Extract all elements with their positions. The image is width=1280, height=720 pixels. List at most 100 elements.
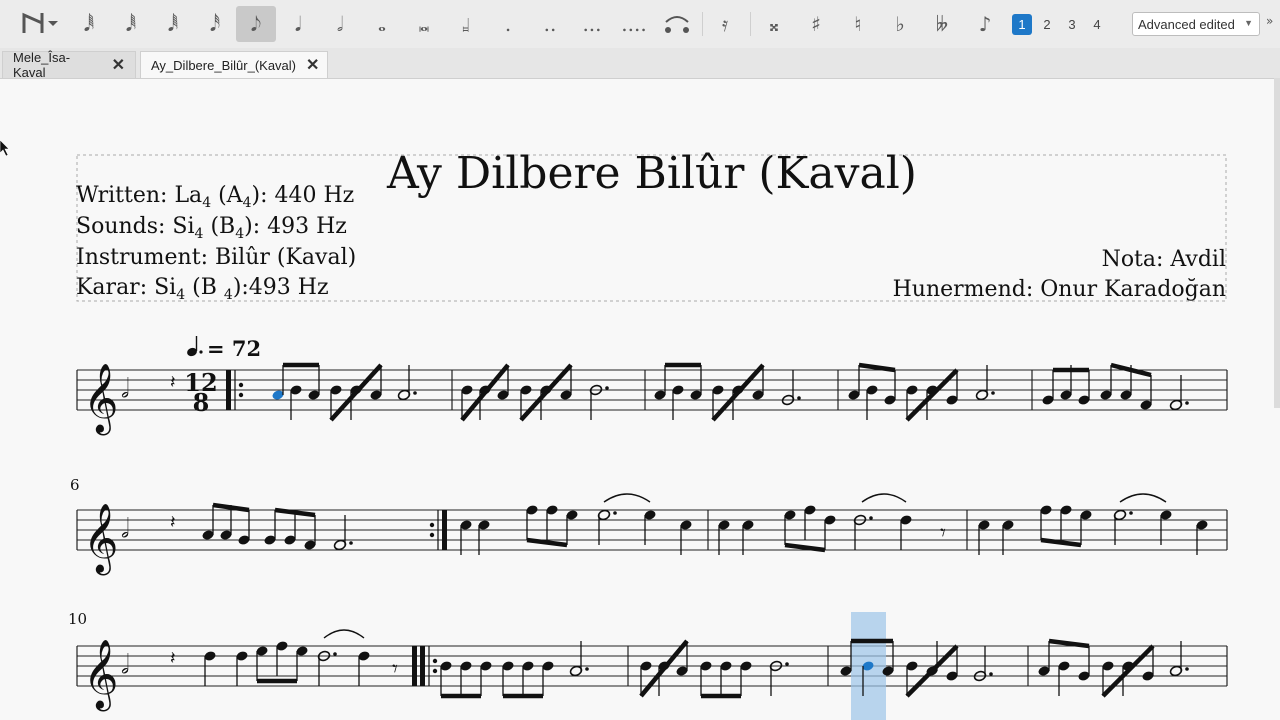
treble-clef[interactable]: 𝄞 — [83, 503, 118, 575]
key-accidental[interactable]: 𝄽 — [170, 648, 176, 669]
rest-icon[interactable]: 𝄿 — [710, 6, 740, 42]
close-icon[interactable]: ✕ — [306, 55, 319, 75]
flip-direction-icon[interactable]: ♪ — [970, 6, 1000, 42]
info-line-written[interactable]: Written: La4 (A4): 440 Hz — [76, 183, 354, 211]
key-accidental[interactable]: 𝄽 — [170, 372, 176, 393]
note[interactable] — [671, 384, 684, 420]
slur[interactable] — [323, 629, 365, 639]
note[interactable] — [521, 660, 534, 696]
score-canvas[interactable]: Ay Dilbere Bilûr (Kaval) Written: La4 (A… — [0, 78, 1280, 720]
slur[interactable] — [1119, 493, 1167, 503]
note[interactable] — [803, 504, 816, 540]
triple-dot-icon[interactable]: ... — [578, 6, 606, 42]
time-signature-bottom[interactable]: 8 — [193, 388, 210, 417]
info-line-instrument[interactable]: Instrument: Bilûr (Kaval) — [76, 245, 356, 270]
tab-label: Mele_Îsa-Kaval — [13, 50, 71, 80]
note[interactable] — [739, 660, 752, 696]
note[interactable] — [699, 660, 712, 696]
duration-512th-icon[interactable]: 𝅘𝅥𝅱 — [117, 6, 145, 42]
flat-icon[interactable]: ♭ — [886, 6, 914, 42]
treble-clef[interactable]: 𝄞 — [83, 639, 118, 711]
tab-ay-dilbere[interactable]: Ay_Dilbere_Bilûr_(Kaval) ✕ — [140, 51, 328, 78]
note[interactable] — [883, 370, 896, 406]
treble-clef[interactable]: 𝄞 — [83, 363, 118, 435]
note[interactable] — [263, 510, 276, 546]
key-signature[interactable]: 𝅗𝅥 — [121, 374, 129, 404]
tempo-marking[interactable]: = 72 — [186, 336, 261, 361]
duration-half-icon[interactable]: 𝅗𝅥 — [326, 6, 354, 42]
beam — [212, 502, 250, 513]
score-title[interactable]: Ay Dilbere Bilûr (Kaval) — [386, 148, 917, 199]
duration-eighth-icon[interactable]: 𝅘𝅥𝅮 — [236, 6, 276, 42]
quadruple-dot-icon[interactable]: .... — [620, 6, 648, 42]
note[interactable] — [203, 650, 216, 686]
note[interactable] — [357, 650, 370, 686]
staff-system[interactable]: 𝄞 𝅗𝅥 𝄽 10 𝄾 — [68, 610, 1228, 720]
note[interactable] — [1077, 646, 1090, 682]
note[interactable] — [865, 384, 878, 420]
note[interactable] — [719, 660, 732, 696]
duration-256th-icon[interactable]: 𝅘𝅥𝅱 — [159, 6, 187, 42]
note[interactable] — [235, 650, 248, 686]
voice-1-button[interactable]: 1 — [1012, 14, 1032, 35]
duration-128th-icon[interactable]: 𝅘𝅥𝅰 — [201, 6, 229, 42]
close-icon[interactable]: ✕ — [112, 55, 125, 75]
eighth-rest[interactable]: 𝄾 — [392, 657, 398, 682]
sharp-icon[interactable]: ♯ — [802, 6, 830, 42]
note[interactable] — [525, 504, 538, 540]
note[interactable] — [823, 514, 836, 550]
note[interactable] — [899, 514, 912, 550]
arranger-credit[interactable]: Nota: Avdil — [1102, 247, 1226, 272]
duration-whole-icon[interactable]: 𝅝 — [368, 6, 396, 42]
double-dot-icon[interactable]: .. — [536, 6, 564, 42]
note[interactable] — [501, 660, 514, 696]
note[interactable] — [1041, 370, 1054, 406]
note[interactable] — [275, 640, 288, 676]
note[interactable] — [289, 384, 302, 420]
augmentation-dot-icon[interactable]: . — [494, 6, 522, 42]
slur[interactable] — [861, 493, 907, 503]
info-line-sounds[interactable]: Sounds: Si4 (B4): 493 Hz — [76, 214, 347, 242]
voice-2-button[interactable]: 2 — [1037, 14, 1057, 35]
mouse-cursor-icon — [0, 139, 10, 160]
note[interactable] — [541, 660, 554, 696]
duration-quarter-icon[interactable]: 𝅘𝅥 — [284, 6, 312, 42]
voice-4-button[interactable]: 4 — [1087, 14, 1107, 35]
toolbar-overflow-icon[interactable]: » — [1266, 14, 1273, 28]
chevron-down-icon: ▼ — [1244, 18, 1253, 28]
staff-system[interactable]: 𝄞 𝅗𝅥 𝄽 128 — [76, 362, 1228, 435]
beam — [526, 537, 568, 548]
duration-breve-icon[interactable]: 𝅜 — [410, 6, 438, 42]
note[interactable] — [1077, 370, 1090, 406]
eighth-rest[interactable]: 𝄾 — [940, 521, 946, 546]
note[interactable] — [479, 660, 492, 696]
tie-icon[interactable] — [662, 6, 692, 42]
beam — [1048, 638, 1090, 649]
note[interactable] — [1039, 504, 1052, 540]
note[interactable] — [1059, 504, 1072, 540]
note[interactable] — [237, 510, 250, 546]
beam — [905, 368, 959, 422]
info-line-karar[interactable]: Karar: Si4 (B 4):493 Hz — [76, 275, 329, 303]
note[interactable] — [1057, 660, 1070, 696]
note[interactable] — [439, 660, 452, 696]
vertical-scrollbar[interactable] — [1274, 78, 1280, 408]
tab-mele-isa[interactable]: Mele_Îsa-Kaval ✕ — [2, 50, 136, 80]
performer-credit[interactable]: Hunermend: Onur Karadoğan — [893, 277, 1226, 302]
natural-icon[interactable]: ♮ — [844, 6, 872, 42]
staff-system[interactable]: 𝄞 𝅗𝅥 𝄽 6 𝄾 — [70, 476, 1228, 575]
double-sharp-icon[interactable]: 𝄪 — [760, 6, 788, 42]
key-signature[interactable]: 𝅗𝅥 — [121, 514, 129, 544]
key-signature[interactable]: 𝅗𝅥 — [121, 650, 129, 680]
note[interactable] — [459, 660, 472, 696]
note[interactable] — [545, 504, 558, 540]
slur[interactable] — [603, 493, 651, 503]
double-flat-icon[interactable]: 𝄫 — [928, 6, 956, 42]
key-accidental[interactable]: 𝄽 — [170, 512, 176, 533]
note[interactable] — [283, 510, 296, 546]
voice-3-button[interactable]: 3 — [1062, 14, 1082, 35]
duration-longa-icon[interactable]: 𝆷 — [452, 6, 480, 42]
note-input-icon[interactable] — [18, 6, 62, 42]
duration-1024th-icon[interactable]: 𝅘𝅥𝅱 — [75, 6, 103, 42]
workspace-select[interactable]: Advanced edited ▼ — [1132, 12, 1260, 36]
